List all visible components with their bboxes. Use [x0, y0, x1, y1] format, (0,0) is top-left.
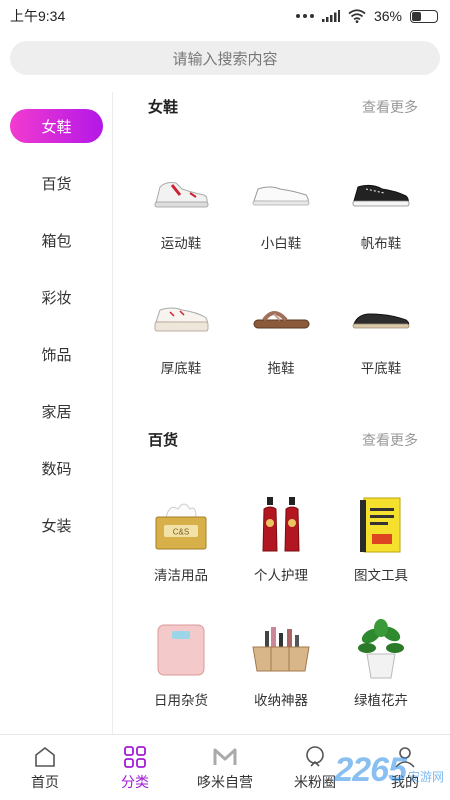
- category-cell-platform-shoes[interactable]: 厚底鞋: [133, 283, 229, 393]
- category-icon: [122, 744, 148, 770]
- sidebar-item-digital[interactable]: 数码: [10, 451, 103, 485]
- category-cell-canvas-shoes[interactable]: 帆布鞋: [333, 158, 429, 268]
- cell-label: 绿植花卉: [354, 693, 408, 708]
- wifi-icon: [348, 9, 366, 23]
- cell-label: 拖鞋: [267, 361, 295, 376]
- more-dots-icon: [295, 14, 314, 18]
- nav-community[interactable]: 米粉圈: [270, 735, 360, 800]
- nav-profile[interactable]: 我的: [360, 735, 450, 800]
- cell-label: 厚底鞋: [160, 361, 202, 376]
- category-cell-storage[interactable]: 收纳神器: [233, 615, 329, 725]
- sidebar-item-label: 数码: [41, 460, 72, 478]
- sidebar-item-label: 女装: [41, 517, 72, 535]
- home-icon: [32, 744, 58, 770]
- nav-category[interactable]: 分类: [90, 735, 180, 800]
- nav-label: 哆米自营: [197, 773, 253, 790]
- sidebar-item-label: 饰品: [41, 346, 72, 364]
- sidebar-item-label: 百货: [41, 175, 72, 193]
- category-cell-plants[interactable]: 绿植花卉: [333, 615, 429, 725]
- sidebar-item-bags[interactable]: 箱包: [10, 223, 103, 257]
- category-cell-white-shoes[interactable]: 小白鞋: [233, 158, 329, 268]
- sidebar-item-label: 家居: [41, 403, 72, 421]
- flat-shoe-icon: [346, 283, 416, 353]
- cell-label: 图文工具: [354, 568, 408, 583]
- category-cell-cleaning[interactable]: C&S 清洁用品: [133, 490, 229, 600]
- platform-shoe-icon: [146, 283, 216, 353]
- cell-label: 帆布鞋: [360, 236, 402, 251]
- sidebar-item-womens-clothing[interactable]: 女装: [10, 508, 103, 542]
- battery-icon: [410, 9, 438, 23]
- profile-icon: [392, 744, 418, 770]
- section-header-shoes: 女鞋 查看更多: [148, 96, 418, 117]
- sidebar-item-makeup[interactable]: 彩妆: [10, 280, 103, 314]
- shampoo-bottles-icon: [246, 490, 316, 560]
- community-icon: [302, 744, 328, 770]
- section-header-general-goods: 百货 查看更多: [148, 429, 418, 450]
- potted-plant-icon: [346, 615, 416, 685]
- sidebar-item-label: 女鞋: [41, 118, 72, 136]
- view-more-link[interactable]: 查看更多: [362, 97, 418, 117]
- sidebar-item-accessories[interactable]: 饰品: [10, 337, 103, 371]
- signal-icon: [321, 10, 340, 22]
- status-indicators: 36%: [295, 8, 438, 24]
- section-title: 女鞋: [148, 99, 179, 116]
- cell-label: 运动鞋: [160, 236, 202, 251]
- sidebar-divider: [112, 92, 113, 734]
- slipper-icon: [246, 283, 316, 353]
- category-cell-daily-goods[interactable]: 日用杂货: [133, 615, 229, 725]
- m-logo-icon: [212, 744, 238, 770]
- search-input[interactable]: 请输入搜索内容: [10, 41, 440, 75]
- battery-percent: 36%: [373, 8, 402, 24]
- view-more-link[interactable]: 查看更多: [362, 430, 418, 450]
- sidebar-item-womens-shoes[interactable]: 女鞋: [10, 109, 103, 143]
- cell-label: 平底鞋: [360, 361, 402, 376]
- category-cell-slippers[interactable]: 拖鞋: [233, 283, 329, 393]
- category-cell-personal-care[interactable]: 个人护理: [233, 490, 329, 600]
- cell-label: 个人护理: [254, 568, 308, 583]
- section-title: 百货: [148, 432, 179, 449]
- nav-label: 分类: [121, 773, 149, 790]
- nav-label: 我的: [391, 773, 419, 790]
- status-bar: 上午9:34 36%: [0, 0, 450, 32]
- sidebar-item-label: 箱包: [41, 232, 72, 250]
- book-icon: [346, 490, 416, 560]
- cell-label: 清洁用品: [154, 568, 208, 583]
- sidebar-item-label: 彩妆: [41, 289, 72, 307]
- bottom-nav: 首页 分类 哆米自营 米粉圈 我的: [0, 734, 450, 800]
- sneaker-icon: [146, 158, 216, 228]
- nav-label: 米粉圈: [294, 773, 336, 790]
- nav-label: 首页: [31, 773, 59, 790]
- status-time: 上午9:34: [10, 8, 66, 24]
- cell-label: 收纳神器: [254, 693, 308, 708]
- canvas-shoe-icon: [346, 158, 416, 228]
- tissue-box-icon: C&S: [146, 490, 216, 560]
- category-cell-flat-shoes[interactable]: 平底鞋: [333, 283, 429, 393]
- sidebar-item-general-goods[interactable]: 百货: [10, 166, 103, 200]
- organizer-box-icon: [246, 615, 316, 685]
- cell-label: 日用杂货: [154, 693, 208, 708]
- white-shoe-icon: [246, 158, 316, 228]
- scale-icon: [146, 615, 216, 685]
- category-cell-sneakers[interactable]: 运动鞋: [133, 158, 229, 268]
- svg-text:C&S: C&S: [173, 528, 189, 537]
- nav-self-operated[interactable]: 哆米自营: [180, 735, 270, 800]
- cell-label: 小白鞋: [260, 236, 302, 251]
- sidebar-item-home[interactable]: 家居: [10, 394, 103, 428]
- search-placeholder: 请输入搜索内容: [172, 50, 278, 68]
- nav-home[interactable]: 首页: [0, 735, 90, 800]
- category-cell-stationery[interactable]: 图文工具: [333, 490, 429, 600]
